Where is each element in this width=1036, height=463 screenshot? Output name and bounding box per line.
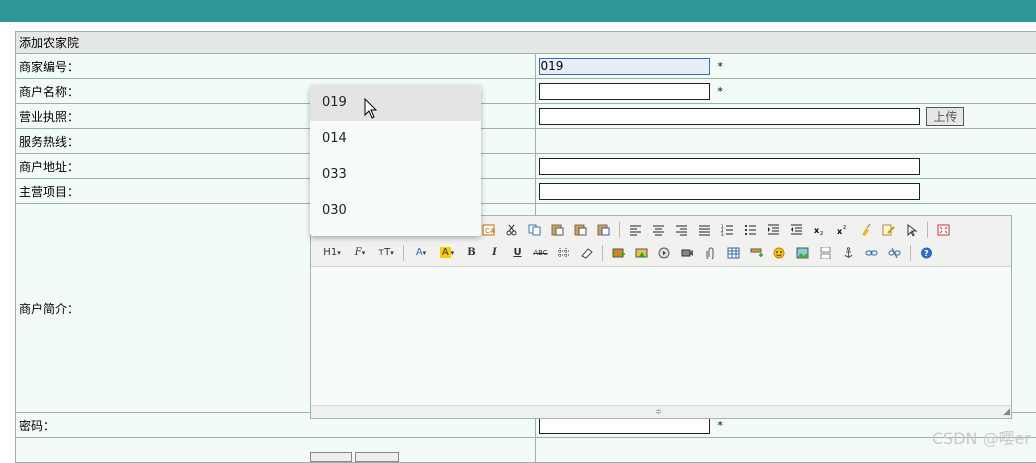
merchant-id-label: 商家编号：	[16, 54, 536, 79]
fullscreen-icon[interactable]	[934, 221, 953, 238]
merchant-name-cell: *	[535, 79, 1036, 104]
horizontal-rule-icon[interactable]	[554, 244, 573, 261]
dropdown-option[interactable]: 014	[310, 121, 481, 157]
dropdown-option[interactable]: 019	[310, 85, 481, 121]
table-icon[interactable]	[724, 244, 743, 261]
merchant-id-cell: *	[535, 54, 1036, 79]
subscript-icon[interactable]: x2	[810, 221, 829, 238]
ordered-list-icon[interactable]: 123	[718, 221, 737, 238]
help-icon[interactable]: ?	[917, 244, 936, 261]
mouse-cursor-icon	[364, 98, 378, 120]
background-color-button[interactable]: A▾	[436, 244, 458, 261]
insert-image-icon[interactable]	[609, 244, 628, 261]
drag-handle-icon[interactable]: ≑	[655, 407, 662, 416]
required-mark: *	[717, 419, 723, 432]
clear-format-icon[interactable]	[856, 221, 875, 238]
main-items-cell	[535, 179, 1036, 204]
cut-icon[interactable]	[502, 221, 521, 238]
justify-icon[interactable]	[695, 221, 714, 238]
license-input[interactable]	[539, 108, 920, 125]
insert-flash-icon[interactable]	[632, 244, 651, 261]
image-icon[interactable]	[793, 244, 812, 261]
font-family-dropdown[interactable]: F▾	[349, 244, 371, 261]
insert-row-icon[interactable]	[747, 244, 766, 261]
main-items-input[interactable]	[539, 183, 920, 200]
merchant-name-input[interactable]	[539, 83, 710, 100]
font-color-button[interactable]: A▾	[410, 244, 432, 261]
link-icon[interactable]	[862, 244, 881, 261]
code-icon[interactable]: C#	[479, 221, 498, 238]
heading-dropdown[interactable]: H1▾	[319, 244, 345, 261]
address-cell	[535, 154, 1036, 179]
anchor-icon[interactable]	[839, 244, 858, 261]
svg-text:2: 2	[843, 225, 846, 231]
address-input[interactable]	[539, 158, 920, 175]
svg-text:3: 3	[721, 232, 724, 236]
copy-icon[interactable]	[525, 221, 544, 238]
password-input[interactable]	[539, 417, 710, 434]
toolbar-row-2: H1▾ F▾ тT▾ A▾ A▾ B I U ABC	[311, 241, 1011, 264]
paste-word-icon[interactable]	[594, 221, 613, 238]
paste-icon[interactable]	[548, 221, 567, 238]
license-cell: 上传	[535, 104, 1036, 129]
dropdown-option[interactable]: 030	[310, 193, 481, 229]
top-bar	[0, 0, 1036, 22]
svg-text:?: ?	[924, 249, 929, 258]
section-title: 添加农家院	[16, 32, 1036, 54]
unordered-list-icon[interactable]	[741, 221, 760, 238]
outdent-icon[interactable]	[787, 221, 806, 238]
dropdown-option[interactable]: 033	[310, 157, 481, 193]
next-label	[16, 438, 536, 463]
required-mark: *	[717, 85, 723, 98]
watermark: CSDN @嘤er	[932, 425, 1031, 449]
bold-button[interactable]: B	[462, 244, 481, 261]
indent-icon[interactable]	[764, 221, 783, 238]
hotline-cell	[535, 129, 1036, 154]
attachment-icon[interactable]	[701, 244, 720, 261]
select-all-icon[interactable]	[902, 221, 921, 238]
media-icon[interactable]	[655, 244, 674, 261]
merchant-id-dropdown: 019 014 033 030	[310, 85, 481, 236]
unlink-icon[interactable]	[885, 244, 904, 261]
rich-text-editor: C# 123 x2 x2 H1▾ F▾ тT▾	[310, 215, 1012, 419]
svg-text:C#: C#	[485, 227, 495, 235]
merchant-id-input[interactable]	[539, 58, 710, 75]
page-break-icon[interactable]	[816, 244, 835, 261]
paste-text-icon[interactable]	[571, 221, 590, 238]
resize-handle-icon[interactable]: ◢	[1003, 407, 1010, 417]
partial-button[interactable]	[355, 452, 399, 462]
partial-button[interactable]	[310, 452, 352, 462]
superscript-icon[interactable]: x2	[833, 221, 852, 238]
svg-text:2: 2	[820, 231, 823, 236]
align-right-icon[interactable]	[672, 221, 691, 238]
align-center-icon[interactable]	[649, 221, 668, 238]
editor-statusbar: ≑ ◢	[311, 405, 1011, 418]
eraser-icon[interactable]	[577, 244, 596, 261]
emoticon-icon[interactable]	[770, 244, 789, 261]
quick-format-icon[interactable]	[879, 221, 898, 238]
required-mark: *	[717, 60, 723, 73]
underline-button[interactable]: U	[508, 244, 527, 261]
italic-button[interactable]: I	[485, 244, 504, 261]
video-icon[interactable]	[678, 244, 697, 261]
align-left-icon[interactable]	[626, 221, 645, 238]
strikethrough-button[interactable]: ABC	[531, 244, 550, 261]
upload-button[interactable]: 上传	[926, 107, 964, 126]
font-size-dropdown[interactable]: тT▾	[375, 244, 397, 261]
